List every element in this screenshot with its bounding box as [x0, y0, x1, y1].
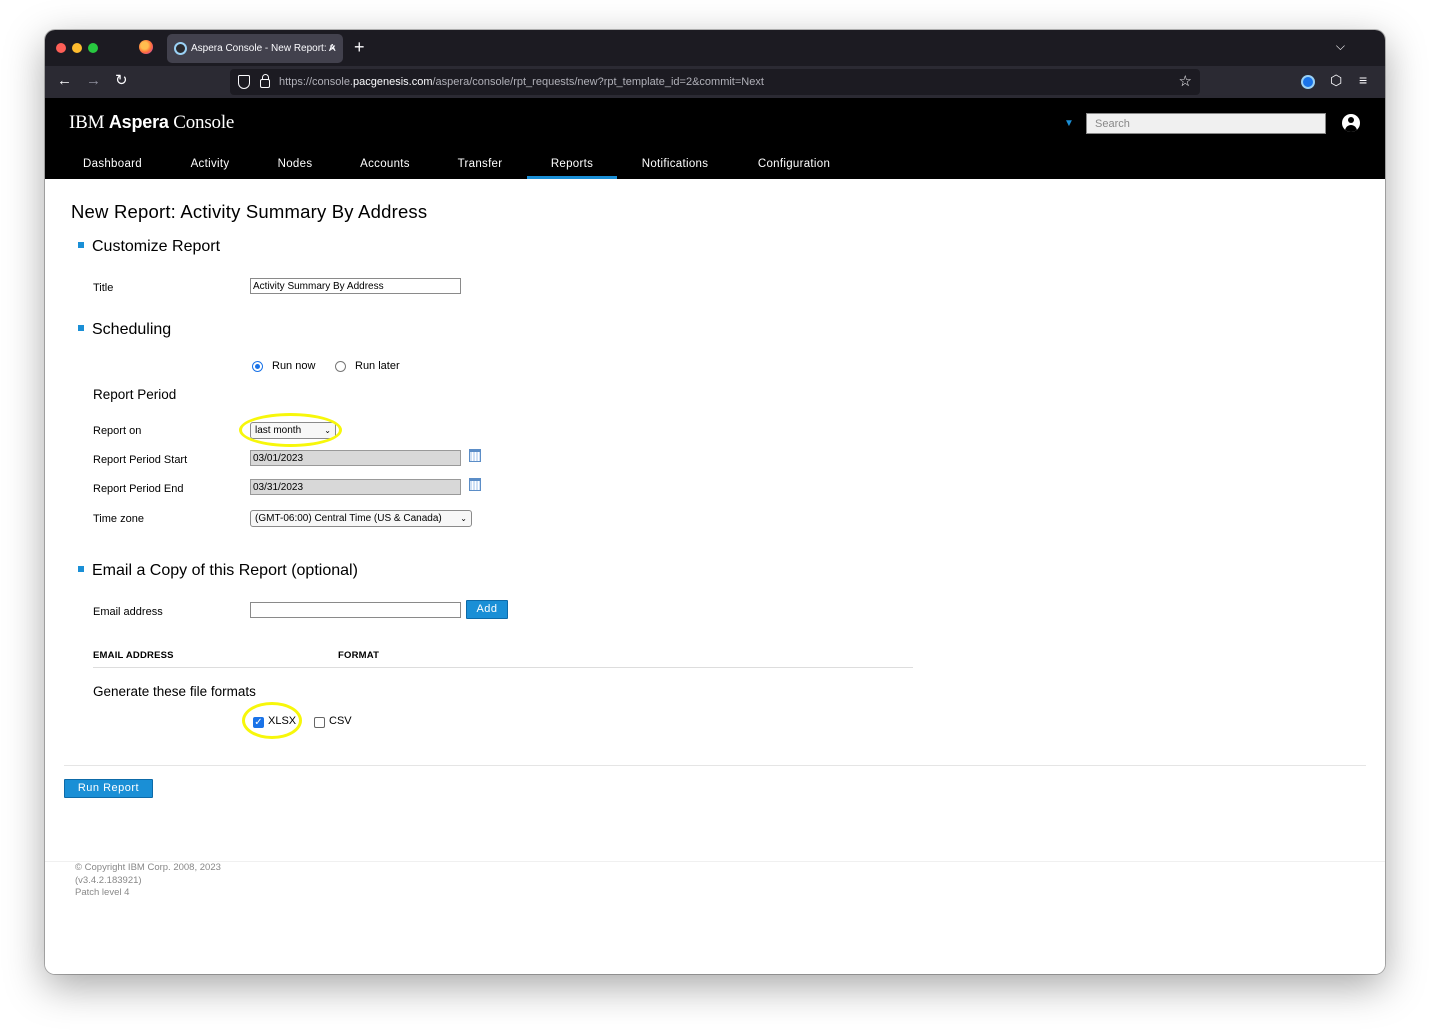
password-manager-icon[interactable] — [1301, 75, 1315, 89]
page-title: New Report: Activity Summary By Address — [71, 201, 428, 222]
time-zone-label: Time zone — [93, 513, 144, 525]
search-input[interactable] — [1086, 113, 1326, 134]
csv-label[interactable]: CSV — [329, 715, 352, 727]
tracking-shield-icon[interactable] — [238, 75, 250, 89]
minimize-window-button[interactable] — [72, 43, 82, 53]
footer-divider — [45, 861, 1385, 862]
email-address-input[interactable] — [250, 602, 461, 618]
search-scope-dropdown-icon[interactable]: ▼ — [1064, 118, 1074, 129]
report-period-start-label: Report Period Start — [93, 454, 188, 466]
extensions-icon[interactable]: ⬡ — [1330, 72, 1342, 89]
menu-hamburger-icon[interactable]: ≡ — [1359, 72, 1367, 88]
tab-strip: Aspera Console - New Report: A × + ⌵ — [45, 30, 1385, 66]
close-window-button[interactable] — [56, 43, 66, 53]
chevron-down-icon: ⌄ — [460, 514, 467, 523]
bookmark-star-icon[interactable]: ☆ — [1179, 72, 1192, 90]
tab-list-chevron-icon[interactable]: ⌵ — [1336, 39, 1345, 54]
run-later-label[interactable]: Run later — [355, 360, 400, 372]
run-later-radio[interactable] — [335, 361, 346, 372]
patch-level-text: Patch level 4 — [75, 887, 130, 898]
version-text: (v3.4.2.183921) — [75, 874, 142, 886]
column-header-format: FORMAT — [338, 650, 380, 661]
csv-checkbox[interactable] — [314, 717, 325, 728]
run-now-label[interactable]: Run now — [272, 360, 315, 372]
nav-transfer[interactable]: Transfer — [445, 154, 515, 179]
reload-icon[interactable]: ↻ — [115, 72, 128, 90]
section-email-copy: Email a Copy of this Report (optional) — [78, 562, 358, 580]
maximize-window-button[interactable] — [88, 43, 98, 53]
highlight-report-on — [239, 413, 342, 447]
main-nav: Dashboard Activity Nodes Accounts Transf… — [45, 154, 1385, 179]
nav-dashboard[interactable]: Dashboard — [75, 154, 150, 179]
copyright-text: © Copyright IBM Corp. 2008, 2023 — [75, 862, 221, 873]
page-content: New Report: Activity Summary By Address … — [45, 179, 1385, 974]
firefox-icon — [139, 40, 153, 54]
column-header-email-address: EMAIL ADDRESS — [93, 650, 174, 661]
table-divider — [93, 667, 913, 668]
section-bullet-icon — [78, 566, 84, 572]
form-divider — [64, 765, 1366, 766]
new-tab-button[interactable]: + — [354, 37, 365, 57]
address-bar[interactable]: https://console.pacgenesis.com/aspera/co… — [230, 69, 1200, 95]
nav-accounts[interactable]: Accounts — [350, 154, 420, 179]
file-formats-heading: Generate these file formats — [93, 684, 256, 699]
nav-nodes[interactable]: Nodes — [267, 154, 323, 179]
title-label: Title — [93, 282, 114, 294]
back-arrow-icon[interactable]: ← — [57, 72, 72, 90]
app-header: IBM Aspera Console ▼ Dashboard Activity … — [45, 98, 1385, 179]
report-period-heading: Report Period — [93, 387, 177, 402]
footer: © Copyright IBM Corp. 2008, 2023 (v3.4.2… — [75, 862, 221, 900]
email-address-label: Email address — [93, 606, 163, 618]
time-zone-select[interactable]: (GMT-06:00) Central Time (US & Canada) ⌄ — [250, 510, 472, 527]
title-input[interactable] — [250, 278, 461, 294]
nav-reports[interactable]: Reports — [527, 154, 617, 179]
tab-title: Aspera Console - New Report: A — [191, 43, 336, 54]
browser-window: Aspera Console - New Report: A × + ⌵ ← →… — [45, 30, 1385, 974]
report-period-start-input[interactable] — [250, 450, 461, 466]
nav-notifications[interactable]: Notifications — [633, 154, 717, 179]
forward-arrow-icon[interactable]: → — [86, 72, 101, 90]
add-email-button[interactable]: Add — [466, 600, 508, 619]
nav-activity[interactable]: Activity — [178, 154, 242, 179]
nav-configuration[interactable]: Configuration — [750, 154, 838, 179]
url-text[interactable]: https://console.pacgenesis.com/aspera/co… — [279, 69, 764, 95]
section-customize-report: Customize Report — [78, 238, 220, 256]
section-bullet-icon — [78, 325, 84, 331]
report-period-end-label: Report Period End — [93, 483, 184, 495]
highlight-xlsx — [242, 702, 302, 739]
section-scheduling: Scheduling — [78, 321, 171, 339]
lock-icon[interactable] — [260, 74, 270, 88]
section-bullet-icon — [78, 242, 84, 248]
calendar-icon[interactable] — [469, 449, 481, 462]
calendar-icon[interactable] — [469, 478, 481, 491]
app-logo[interactable]: IBM Aspera Console — [69, 112, 234, 134]
aspera-favicon-icon — [174, 42, 187, 55]
browser-navbar: ← → ↻ https://console.pacgenesis.com/asp… — [45, 66, 1385, 98]
run-now-radio[interactable] — [252, 361, 263, 372]
user-account-icon[interactable] — [1342, 114, 1360, 132]
run-report-button[interactable]: Run Report — [64, 779, 153, 798]
browser-tab-active[interactable]: Aspera Console - New Report: A × — [167, 34, 343, 63]
tab-close-icon[interactable]: × — [329, 34, 336, 63]
report-period-end-input[interactable] — [250, 479, 461, 495]
report-on-label: Report on — [93, 425, 142, 437]
